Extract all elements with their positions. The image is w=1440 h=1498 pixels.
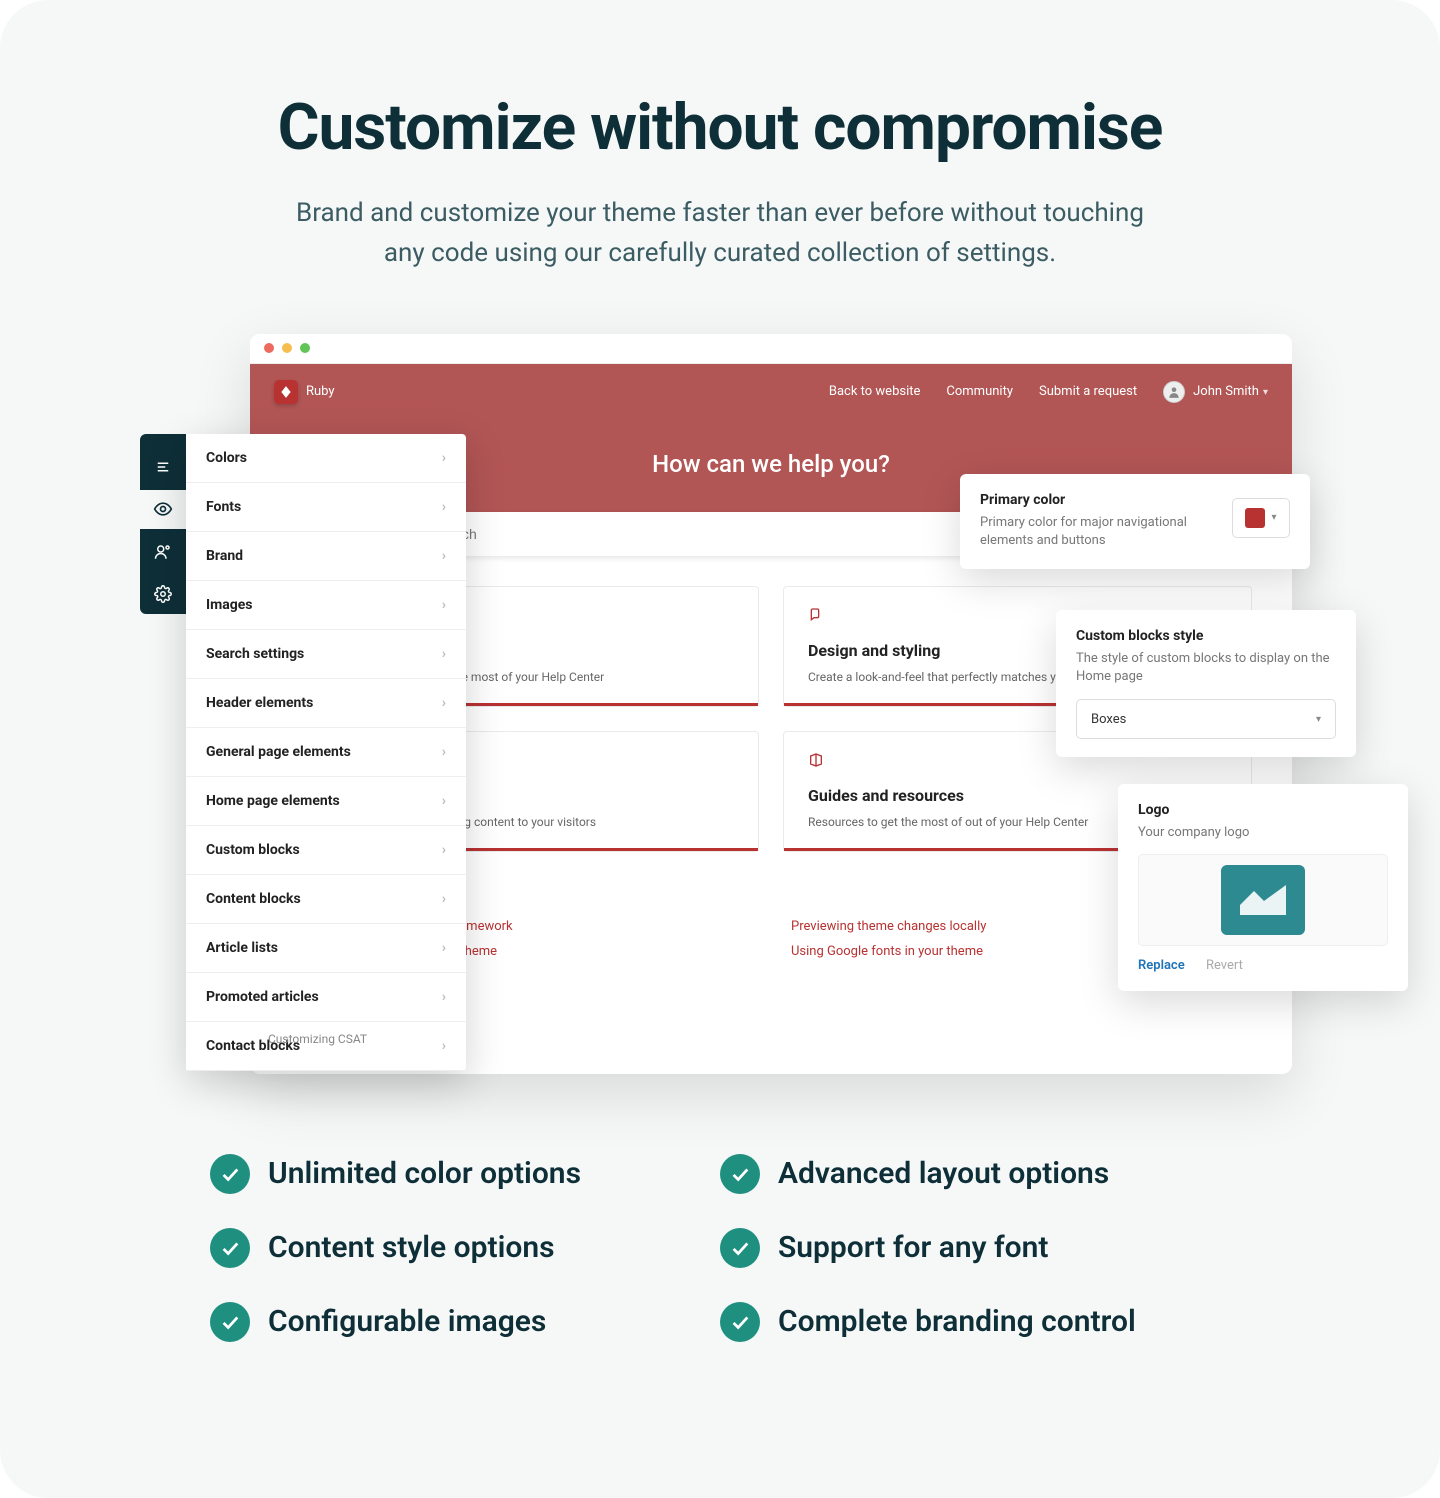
chevron-down-icon: ▾ (1271, 512, 1276, 523)
nav-user-menu[interactable]: John Smith▾ (1193, 384, 1268, 399)
settings-row-colors[interactable]: Colors› (186, 434, 466, 483)
brand-name: Ruby (306, 384, 335, 399)
window-chrome (250, 334, 1292, 364)
rail-gear-icon[interactable] (140, 575, 186, 614)
traffic-light-close-icon (264, 343, 274, 353)
page-subtitle: Brand and customize your theme faster th… (80, 193, 1360, 274)
color-swatch-icon (1245, 508, 1265, 528)
logo-preview (1138, 854, 1388, 946)
popover-desc: The style of custom blocks to display on… (1076, 650, 1336, 688)
chevron-right-icon: › (442, 793, 446, 809)
feature-item: Advanced layout options (720, 1154, 1230, 1194)
settings-row-contact-blocks[interactable]: Contact blocks› (186, 1022, 466, 1071)
traffic-light-min-icon (282, 343, 292, 353)
app-header: Ruby Back to website Community Submit a … (250, 364, 1292, 420)
popover-title: Logo (1138, 802, 1388, 818)
feature-item: Complete branding control (720, 1302, 1230, 1342)
page-title: Customize without compromise (80, 90, 1360, 165)
checkmark-icon (210, 1228, 250, 1268)
rail-eye-icon[interactable] (140, 490, 186, 529)
feature-item: Content style options (210, 1228, 720, 1268)
settings-row-fonts[interactable]: Fonts› (186, 483, 466, 532)
feature-list: Unlimited color options Advanced layout … (210, 1154, 1230, 1342)
checkmark-icon (720, 1228, 760, 1268)
checkmark-icon (720, 1302, 760, 1342)
blocks-style-select[interactable]: Boxes ▾ (1076, 699, 1336, 739)
brand-mark-icon (274, 380, 298, 404)
chevron-right-icon: › (442, 744, 446, 760)
chevron-right-icon: › (442, 646, 446, 662)
logo-icon (1221, 865, 1305, 935)
chevron-down-icon: ▾ (1263, 387, 1268, 398)
settings-row-search-settings[interactable]: Search settings› (186, 630, 466, 679)
chevron-right-icon: › (442, 842, 446, 858)
checkmark-icon (210, 1154, 250, 1194)
popover-custom-blocks-style: Custom blocks style The style of custom … (1056, 610, 1356, 758)
feature-item: Unlimited color options (210, 1154, 720, 1194)
settings-row-home-page-elements[interactable]: Home page elements› (186, 777, 466, 826)
checkmark-icon (210, 1302, 250, 1342)
popover-desc: Primary color for major navigational ele… (980, 514, 1190, 552)
chevron-right-icon: › (442, 499, 446, 515)
chevron-right-icon: › (442, 450, 446, 466)
nav-community-link[interactable]: Community (946, 384, 1013, 399)
nav-back-link[interactable]: Back to website (829, 384, 921, 399)
settings-row-images[interactable]: Images› (186, 581, 466, 630)
revert-button[interactable]: Revert (1206, 958, 1243, 973)
popover-primary-color: Primary color Primary color for major na… (960, 474, 1310, 570)
settings-row-custom-blocks[interactable]: Custom blocks› (186, 826, 466, 875)
traffic-light-max-icon (300, 343, 310, 353)
checkmark-icon (720, 1154, 760, 1194)
feature-item: Support for any font (720, 1228, 1230, 1268)
chevron-right-icon: › (442, 695, 446, 711)
nav-submit-request-link[interactable]: Submit a request (1039, 384, 1137, 399)
settings-row-article-lists[interactable]: Article lists› (186, 924, 466, 973)
settings-row-general-page-elements[interactable]: General page elements› (186, 728, 466, 777)
color-picker[interactable]: ▾ (1232, 498, 1290, 538)
settings-row-content-blocks[interactable]: Content blocks› (186, 875, 466, 924)
peek-item: Customizing CSAT (268, 1032, 448, 1046)
chevron-right-icon: › (442, 940, 446, 956)
rail-menu-icon[interactable] (140, 448, 186, 487)
chevron-right-icon: › (442, 989, 446, 1005)
popover-desc: Your company logo (1138, 824, 1388, 843)
popover-logo: Logo Your company logo Replace Revert (1118, 784, 1408, 992)
settings-row-promoted-articles[interactable]: Promoted articles› (186, 973, 466, 1022)
avatar[interactable] (1163, 381, 1185, 403)
chevron-down-icon: ▾ (1316, 714, 1321, 725)
rail-users-icon[interactable] (140, 533, 186, 572)
admin-rail (140, 434, 186, 614)
chevron-right-icon: › (442, 548, 446, 564)
settings-row-header-elements[interactable]: Header elements› (186, 679, 466, 728)
select-value: Boxes (1091, 712, 1126, 727)
chevron-right-icon: › (442, 891, 446, 907)
feature-item: Configurable images (210, 1302, 720, 1342)
settings-row-brand[interactable]: Brand› (186, 532, 466, 581)
popover-title: Custom blocks style (1076, 628, 1336, 644)
chevron-right-icon: › (442, 597, 446, 613)
replace-button[interactable]: Replace (1138, 958, 1185, 973)
settings-panel: Colors› Fonts› Brand› Images› Search set… (186, 434, 466, 1071)
